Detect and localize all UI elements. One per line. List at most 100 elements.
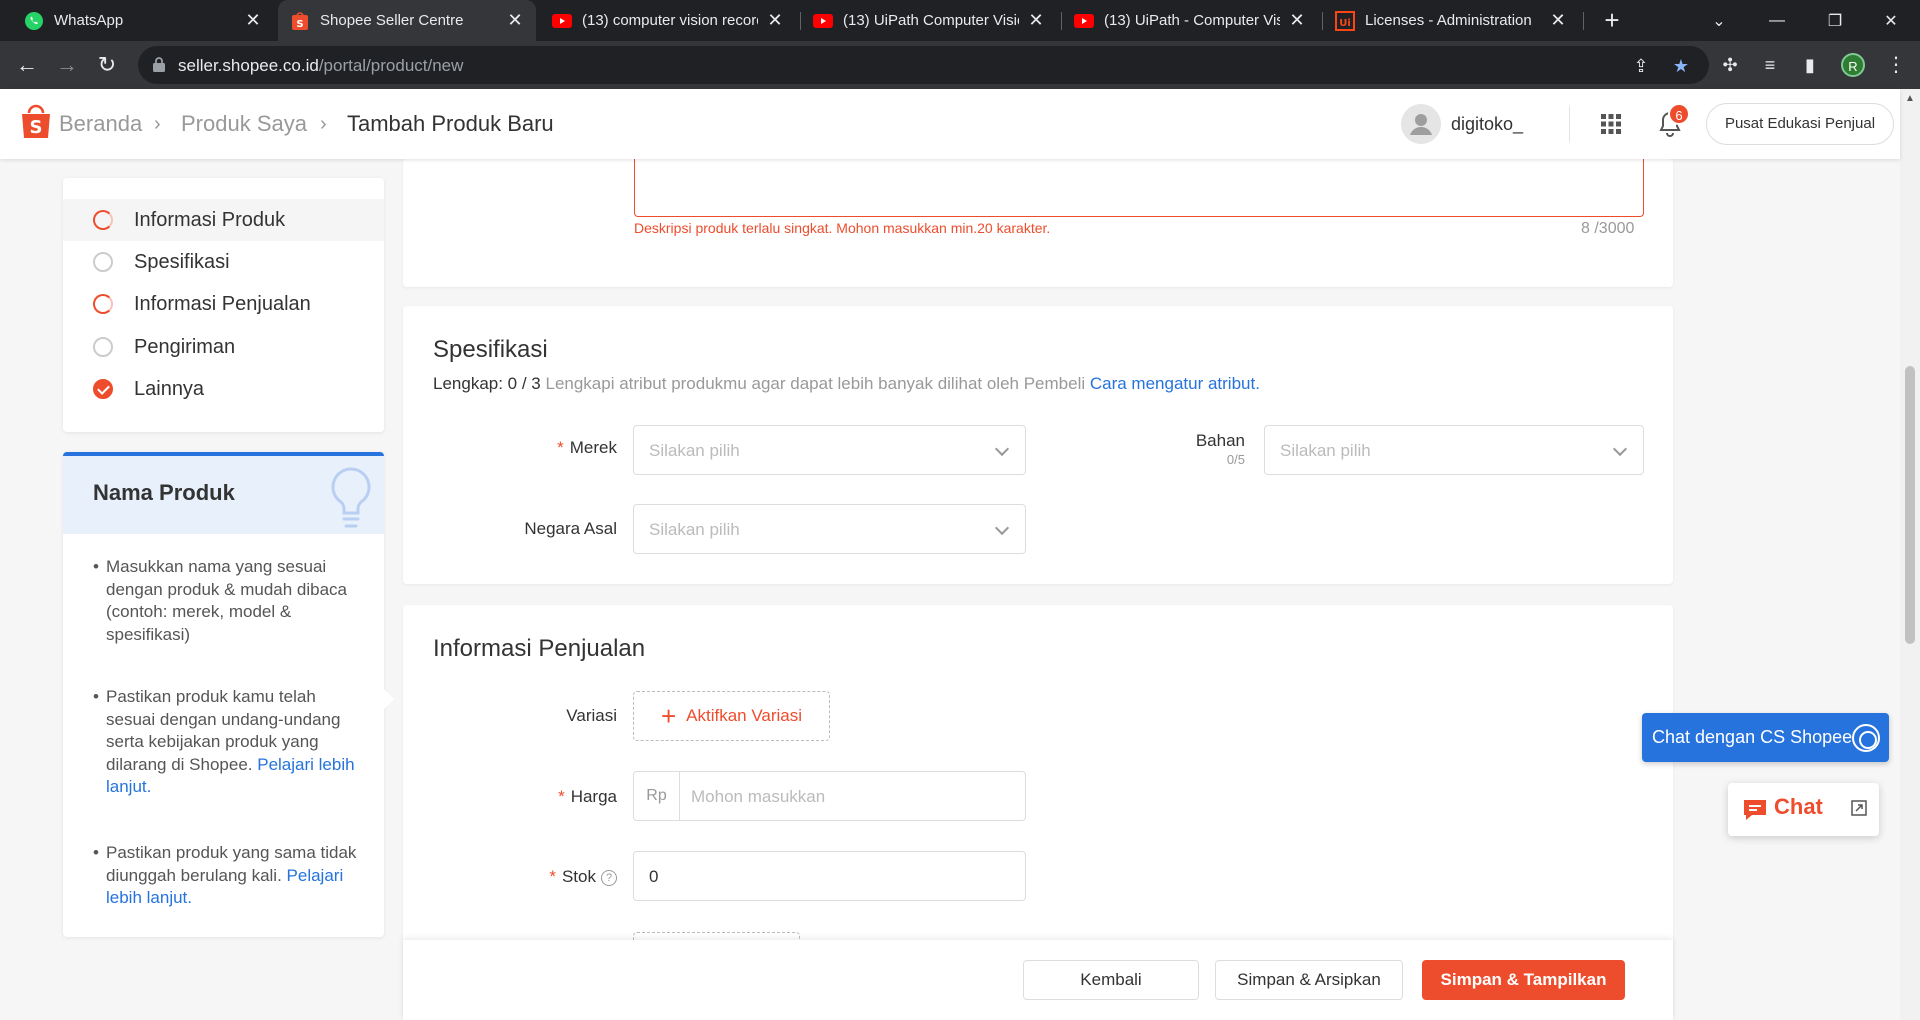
- tab-shopee-seller-centre[interactable]: S Shopee Seller Centre ✕: [278, 0, 536, 41]
- youtube-icon: [1074, 11, 1094, 31]
- share-icon[interactable]: ⇪: [1630, 55, 1652, 77]
- save-archive-button[interactable]: Simpan & Arsipkan: [1215, 960, 1403, 1000]
- form-progress-nav: Informasi Produk Spesifikasi Informasi P…: [63, 178, 384, 432]
- label-text: Negara Asal: [524, 519, 617, 538]
- field-label-variasi: Variasi: [503, 706, 617, 726]
- nav-step-informasi-produk[interactable]: Informasi Produk: [63, 199, 384, 241]
- price-input[interactable]: Rp Mohon masukkan: [633, 771, 1026, 821]
- help-icon[interactable]: ?: [601, 870, 617, 886]
- tab-title: (13) UiPath - Computer Visi: [1104, 12, 1280, 29]
- save-publish-button[interactable]: Simpan & Tampilkan: [1422, 960, 1625, 1000]
- uipath-icon: Ui: [1335, 10, 1355, 31]
- step-label: Spesifikasi: [134, 250, 230, 273]
- new-tab-icon[interactable]: +: [1598, 6, 1626, 34]
- tip-text: Masukkan nama yang sesuai dengan produk …: [106, 557, 348, 644]
- address-bar[interactable]: seller.shopee.co.id/portal/product/new ⇪…: [138, 46, 1709, 84]
- side-panel-icon[interactable]: ▮: [1798, 53, 1822, 77]
- label-text: Variasi: [566, 706, 617, 725]
- bookmark-star-icon[interactable]: ★: [1670, 55, 1692, 77]
- chrome-menu-icon[interactable]: ⋮: [1886, 53, 1906, 77]
- shopee-logo-icon[interactable]: S: [20, 104, 52, 140]
- required-marker: *: [557, 438, 564, 457]
- tab-title: Licenses - Administration: [1365, 12, 1532, 29]
- cs-chat-button[interactable]: Chat dengan CS Shopee: [1642, 713, 1889, 762]
- breadcrumb-home[interactable]: Beranda: [59, 111, 142, 137]
- tab-search-icon[interactable]: ⌄: [1690, 0, 1748, 41]
- svg-text:S: S: [30, 117, 43, 138]
- negara-asal-select[interactable]: Silakan pilih: [633, 504, 1026, 554]
- tab-youtube-1[interactable]: (13) computer vision record ✕: [540, 0, 796, 41]
- close-icon[interactable]: ✕: [244, 10, 262, 31]
- user-avatar[interactable]: [1401, 104, 1441, 144]
- product-name-tip-card: Nama Produk Masukkan nama yang sesuai de…: [63, 452, 394, 937]
- window-close-icon[interactable]: ✕: [1862, 0, 1920, 41]
- tab-youtube-2[interactable]: (13) UiPath Computer Vision ✕: [801, 0, 1057, 41]
- tip-item: Pastikan produk yang sama tidak diunggah…: [93, 842, 358, 910]
- step-label: Informasi Produk: [134, 208, 286, 231]
- field-label-stok: * Stok?: [503, 867, 617, 887]
- bahan-select[interactable]: Silakan pilih: [1264, 425, 1644, 475]
- merek-select[interactable]: Silakan pilih: [633, 425, 1026, 475]
- headset-icon: [1852, 724, 1880, 752]
- tip-title: Nama Produk: [93, 480, 235, 505]
- spec-completeness: Lengkap: 0 / 3 Lengkapi atribut produkmu…: [433, 374, 1260, 394]
- tab-licenses[interactable]: Ui Licenses - Administration ✕: [1323, 0, 1579, 41]
- nav-step-pengiriman[interactable]: Pengiriman: [63, 326, 384, 368]
- back-icon[interactable]: ←: [12, 50, 42, 80]
- page-scrollbar[interactable]: ▲: [1900, 89, 1920, 1020]
- label-text: Bahan: [1195, 431, 1245, 450]
- chat-widget[interactable]: Chat: [1728, 783, 1879, 836]
- step-label: Lainnya: [134, 377, 205, 400]
- tab-whatsapp[interactable]: WhatsApp ✕: [12, 0, 274, 41]
- forward-icon[interactable]: →: [52, 50, 82, 80]
- step-label: Pengiriman: [134, 335, 236, 358]
- scrollbar-thumb[interactable]: [1905, 366, 1915, 644]
- select-placeholder: Silakan pilih: [1280, 441, 1371, 460]
- seller-education-button[interactable]: Pusat Edukasi Penjual: [1706, 103, 1894, 145]
- spec-hint: Lengkapi atribut produkmu agar dapat leb…: [540, 374, 1090, 393]
- url-text: seller.shopee.co.id/portal/product/new: [178, 56, 463, 76]
- field-label-negara-asal: Negara Asal: [463, 519, 617, 539]
- description-error: Deskripsi produk terlalu singkat. Mohon …: [634, 220, 1051, 236]
- username[interactable]: digitoko_: [1451, 114, 1523, 135]
- media-control-icon[interactable]: ≡: [1758, 53, 1782, 77]
- expand-icon[interactable]: [1850, 799, 1868, 817]
- chevron-right-icon: ›: [320, 113, 327, 135]
- profile-avatar[interactable]: R: [1841, 53, 1865, 77]
- svg-text:Ui: Ui: [1339, 18, 1351, 29]
- reload-icon[interactable]: ↻: [92, 50, 122, 80]
- scroll-up-icon[interactable]: ▲: [1905, 93, 1915, 104]
- tip-item: Pastikan produk kamu telah sesuai dengan…: [93, 686, 358, 799]
- close-icon[interactable]: ✕: [1027, 10, 1045, 31]
- shopee-icon: S: [290, 11, 310, 31]
- apps-grid-icon[interactable]: [1600, 113, 1622, 135]
- chat-label: Chat: [1774, 794, 1823, 819]
- chevron-down-icon: [1612, 441, 1628, 457]
- extensions-icon[interactable]: ✣: [1718, 53, 1742, 77]
- close-icon[interactable]: ✕: [766, 10, 784, 31]
- product-info-section: Deskripsi produk terlalu singkat. Mohon …: [403, 155, 1673, 287]
- restore-icon[interactable]: ❐: [1806, 0, 1864, 41]
- cs-chat-label: Chat dengan CS Shopee: [1652, 727, 1853, 747]
- nav-step-spesifikasi[interactable]: Spesifikasi: [63, 241, 384, 283]
- attribute-help-link[interactable]: Cara mengatur atribut.: [1090, 374, 1260, 393]
- plus-icon: +: [660, 701, 677, 731]
- enable-variation-button[interactable]: + Aktifkan Variasi: [633, 691, 830, 741]
- tab-title: (13) computer vision record: [582, 12, 758, 29]
- close-icon[interactable]: ✕: [1288, 10, 1306, 31]
- close-icon[interactable]: ✕: [506, 10, 524, 31]
- stock-input[interactable]: 0: [633, 851, 1026, 901]
- breadcrumb-my-products[interactable]: Produk Saya: [181, 111, 307, 137]
- minimize-icon[interactable]: —: [1748, 0, 1806, 41]
- close-icon[interactable]: ✕: [1549, 10, 1567, 31]
- nav-step-informasi-penjualan[interactable]: Informasi Penjualan: [63, 283, 384, 325]
- nav-step-lainnya[interactable]: Lainnya: [63, 368, 384, 410]
- tab-youtube-3[interactable]: (13) UiPath - Computer Visi ✕: [1062, 0, 1318, 41]
- step-status-icon: [93, 210, 113, 230]
- svg-text:S: S: [296, 19, 303, 30]
- required-marker: *: [558, 787, 565, 806]
- description-textarea[interactable]: [634, 155, 1644, 217]
- back-button[interactable]: Kembali: [1023, 960, 1199, 1000]
- required-marker: *: [549, 867, 556, 886]
- chevron-down-icon: [994, 441, 1010, 457]
